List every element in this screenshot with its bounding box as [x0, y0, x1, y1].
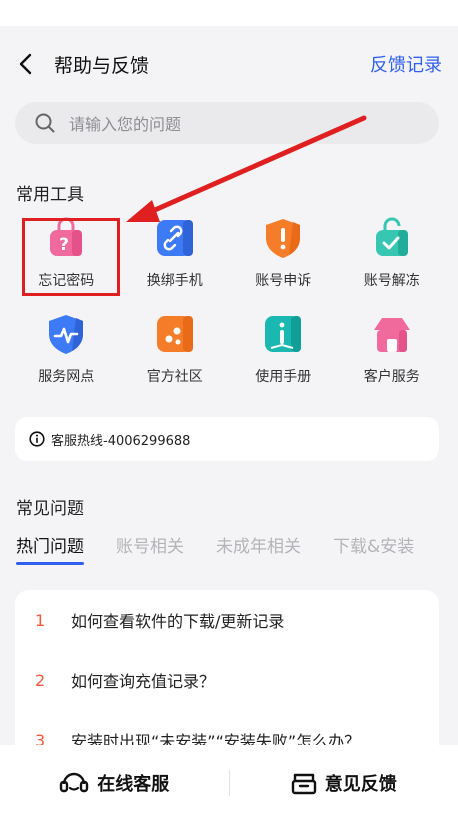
- manual-book-icon: [265, 316, 302, 352]
- service-house-icon: [373, 318, 410, 352]
- tool-service-locations[interactable]: 服务网点: [12, 304, 121, 396]
- faq-number: 2: [35, 670, 46, 690]
- tab-account[interactable]: 账号相关: [116, 532, 184, 557]
- hotline-text: 客服热线-4006299688: [51, 433, 191, 449]
- page-title: 帮助与反馈: [54, 54, 150, 77]
- link-icon: [156, 220, 193, 256]
- feedback-label: 意见反馈: [324, 773, 397, 795]
- tool-user-manual[interactable]: 使用手册: [229, 304, 338, 396]
- status-bar: [0, 0, 458, 26]
- tool-account-appeal[interactable]: 账号申诉: [229, 208, 338, 304]
- tool-label: 官方社区: [146, 369, 203, 385]
- pulse-shield-icon: [49, 315, 84, 354]
- headset-icon: [60, 772, 89, 792]
- tab-hot-questions[interactable]: 热门问题: [16, 532, 84, 565]
- faq-tabs: 热门问题 账号相关 未成年相关 下载&安装: [16, 532, 446, 565]
- tools-section-title: 常用工具: [16, 185, 84, 205]
- feedback-icon: [291, 773, 316, 794]
- faq-item[interactable]: 2 如何查询充值记录？: [15, 650, 439, 710]
- search-placeholder: 请输入您的问题: [69, 115, 182, 134]
- header: 帮助与反馈 反馈记录: [0, 26, 458, 102]
- tool-customer-service[interactable]: 客户服务: [338, 304, 447, 396]
- tool-official-community[interactable]: 官方社区: [121, 304, 230, 396]
- info-icon: [29, 431, 45, 447]
- feedback-record-link[interactable]: 反馈记录: [370, 51, 442, 77]
- faq-number: 1: [35, 610, 46, 630]
- online-service-label: 在线客服: [97, 773, 170, 795]
- tool-label: 换绑手机: [146, 273, 203, 289]
- back-button[interactable]: [16, 49, 46, 79]
- tool-label: 账号解冻: [363, 273, 420, 289]
- unlock-bag-icon: [375, 217, 408, 256]
- tool-label: 客户服务: [363, 369, 420, 385]
- tab-download-install[interactable]: 下载&安装: [333, 532, 414, 557]
- annotation-highlight-box: [22, 218, 120, 296]
- tool-account-unfreeze[interactable]: 账号解冻: [338, 208, 447, 304]
- chevron-left-icon: [19, 53, 32, 75]
- bottom-bar: 在线客服 意见反馈: [0, 745, 458, 820]
- search-input[interactable]: 请输入您的问题: [15, 102, 439, 144]
- hotline-bar[interactable]: 客服热线-4006299688: [15, 417, 439, 461]
- faq-question: 如何查看软件的下载/更新记录: [71, 612, 285, 631]
- tab-minors[interactable]: 未成年相关: [216, 532, 301, 557]
- tool-label: 服务网点: [38, 369, 95, 385]
- faq-item[interactable]: 1 如何查看软件的下载/更新记录: [15, 590, 439, 650]
- online-service-button[interactable]: 在线客服: [0, 745, 229, 820]
- alert-shield-icon: [266, 219, 301, 258]
- tool-label: 使用手册: [255, 369, 312, 385]
- feedback-button[interactable]: 意见反馈: [230, 745, 458, 820]
- search-icon: [35, 113, 55, 133]
- tool-label: 账号申诉: [255, 273, 312, 289]
- faq-question: 如何查询充值记录？: [71, 672, 216, 691]
- community-icon: [156, 316, 193, 352]
- faq-section-title: 常见问题: [16, 499, 84, 519]
- tool-rebind-phone[interactable]: 换绑手机: [121, 208, 230, 304]
